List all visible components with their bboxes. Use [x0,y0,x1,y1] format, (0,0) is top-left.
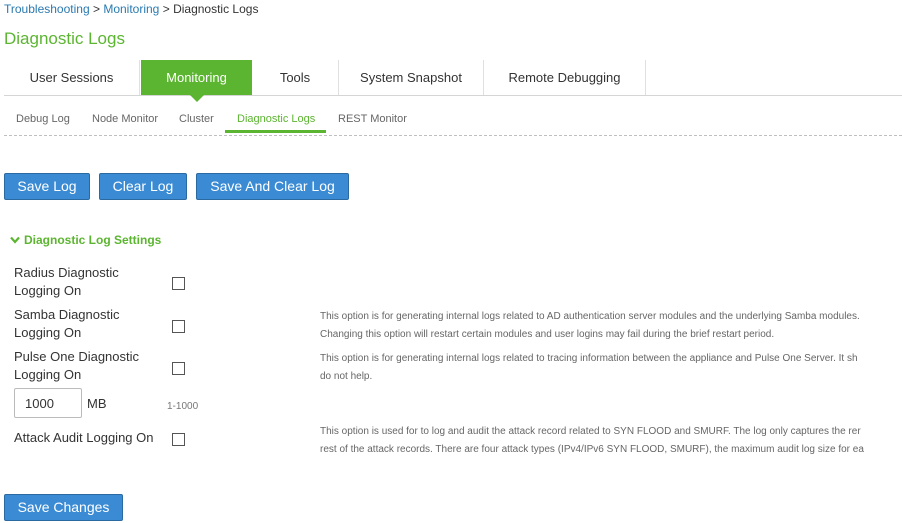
samba-description: This option is for generating internal l… [320,308,902,344]
samba-description-line: Changing this option will restart certai… [320,329,775,340]
tab-system-snapshot[interactable]: System Snapshot [339,60,484,95]
log-size-unit: MB [87,396,107,411]
attack-audit-description-line: rest of the attack records. There are fo… [320,444,864,455]
subtab-cluster[interactable]: Cluster [179,113,214,125]
save-log-button[interactable]: Save Log [4,173,90,200]
attack-audit-description: This option is used for to log and audit… [320,423,902,459]
breadcrumb: Troubleshooting > Monitoring > Diagnosti… [4,2,258,16]
breadcrumb-separator: > [92,2,100,16]
samba-logging-checkbox[interactable] [172,320,185,333]
radius-logging-label: Radius Diagnostic Logging On [14,265,119,298]
subtab-debug-log[interactable]: Debug Log [16,113,70,125]
main-tab-bar: User Sessions Monitoring Tools System Sn… [4,60,902,102]
chevron-down-icon [10,233,20,247]
subtab-rest-monitor[interactable]: REST Monitor [338,113,407,125]
tab-tools[interactable]: Tools [252,60,339,95]
sub-tab-bar: Debug Log Node Monitor Cluster Diagnosti… [4,106,902,136]
log-size-range: 1-1000 [167,401,199,412]
attack-audit-logging-label: Attack Audit Logging On [14,430,154,445]
active-subtab-indicator [225,130,326,133]
breadcrumb-current: Diagnostic Logs [173,2,259,16]
save-and-clear-log-button[interactable]: Save And Clear Log [196,173,349,200]
diagnostic-log-settings-toggle[interactable]: Diagnostic Log Settings [10,233,161,247]
pulse-one-description: This option is for generating internal l… [320,350,902,386]
pulse-one-description-line: do not help. [320,371,373,382]
subtab-node-monitor[interactable]: Node Monitor [92,113,158,125]
save-changes-button[interactable]: Save Changes [4,494,123,521]
samba-logging-label: Samba Diagnostic Logging On [14,307,120,340]
samba-description-line: This option is for generating internal l… [320,311,860,322]
log-size-input[interactable] [14,388,82,418]
pulse-one-description-line: This option is for generating internal l… [320,353,858,364]
clear-log-button[interactable]: Clear Log [99,173,187,200]
tab-remote-debugging[interactable]: Remote Debugging [484,60,646,95]
attack-audit-logging-checkbox[interactable] [172,433,185,446]
pulse-one-logging-label: Pulse One Diagnostic Logging On [14,349,140,382]
radius-logging-checkbox[interactable] [172,277,185,290]
section-title: Diagnostic Log Settings [24,233,162,247]
page-title: Diagnostic Logs [4,29,125,48]
attack-audit-description-line: This option is used for to log and audit… [320,426,861,437]
subtab-diagnostic-logs[interactable]: Diagnostic Logs [237,113,315,125]
breadcrumb-separator: > [162,2,170,16]
breadcrumb-troubleshooting[interactable]: Troubleshooting [4,2,90,16]
breadcrumb-monitoring[interactable]: Monitoring [103,2,159,16]
tab-user-sessions[interactable]: User Sessions [4,60,140,95]
tab-monitoring[interactable]: Monitoring [141,60,252,102]
pulse-one-logging-checkbox[interactable] [172,362,185,375]
